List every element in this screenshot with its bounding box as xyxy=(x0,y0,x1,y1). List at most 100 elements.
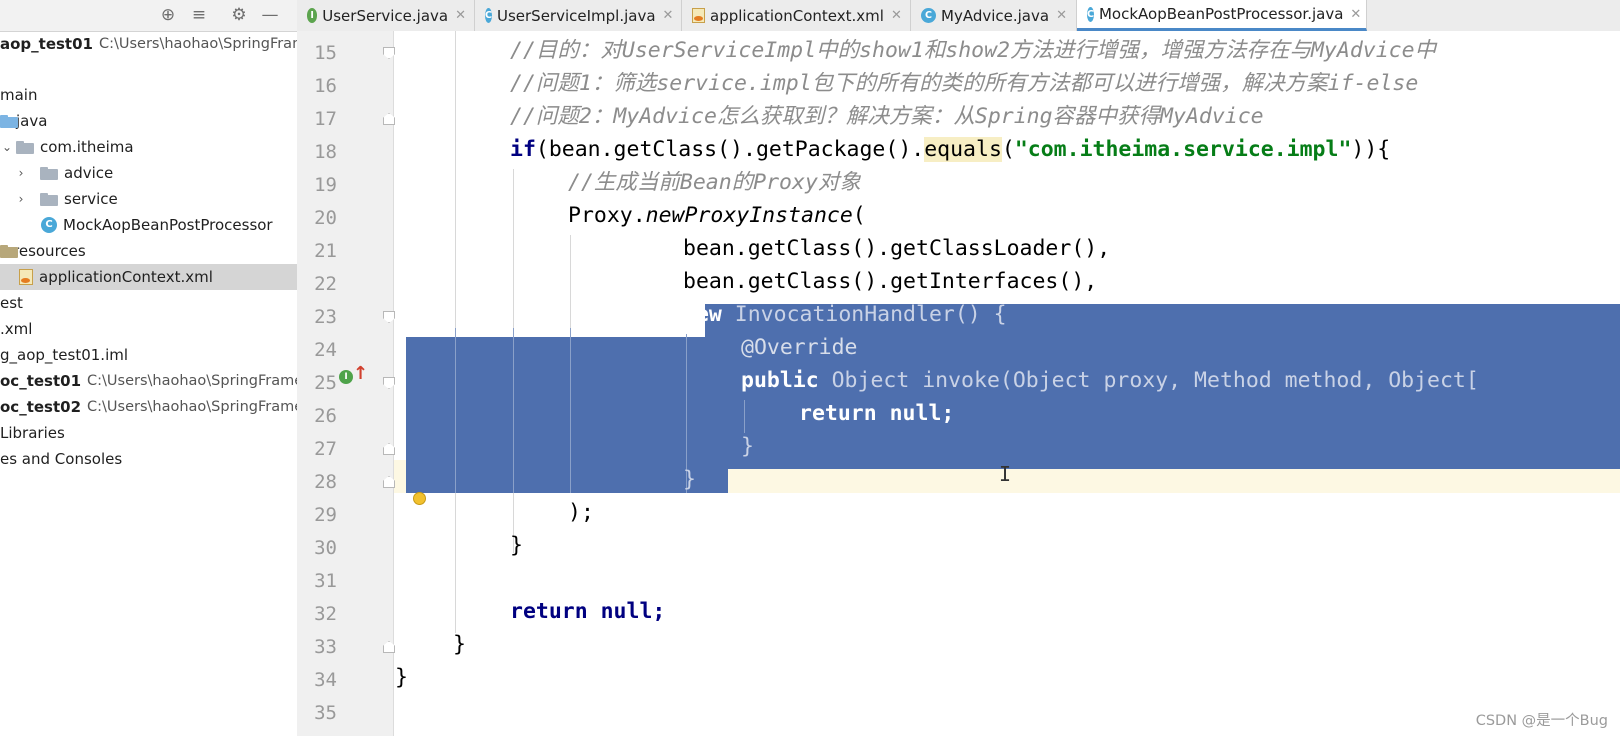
watermark: CSDN @是一个Bug xyxy=(1475,713,1608,729)
indent-guide xyxy=(513,169,514,328)
tree-item-label: oc_test01 xyxy=(0,372,82,390)
code-line-29: ); xyxy=(568,500,594,525)
project-toolbar: ⊕ ≡ ⚙ — xyxy=(0,0,297,32)
source-folder-icon xyxy=(0,114,18,128)
implements-method-icon[interactable]: I xyxy=(339,370,353,384)
tree-item-scratches-and-consoles[interactable]: es and Consoles xyxy=(0,446,297,472)
tab-applicationcontext-xml[interactable]: applicationContext.xml ✕ xyxy=(682,0,911,31)
code-token: if xyxy=(510,137,536,162)
line-number: 35 xyxy=(314,702,337,724)
tree-item-label: applicationContext.xml xyxy=(39,268,213,286)
tree-item-path: C:\Users\haohao\SpringFramew xyxy=(87,373,298,389)
project-panel: ⊕ ≡ ⚙ — aop_test01 C:\Users\haohao\Sprin… xyxy=(0,0,298,736)
code-line-21: bean.getClass().getClassLoader(), xyxy=(683,236,1111,261)
fold-marker[interactable] xyxy=(383,476,395,488)
code-token: InvocationHandler() { xyxy=(721,302,1007,327)
tree-item-applicationcontext-xml[interactable]: applicationContext.xml xyxy=(0,264,297,290)
code-line-34: } xyxy=(395,665,408,690)
tab-myadvice-java[interactable]: C MyAdvice.java ✕ xyxy=(911,0,1077,31)
tree-item-service[interactable]: › service xyxy=(0,186,297,212)
code-token: null; xyxy=(876,401,955,426)
tree-item-label: aop_test01 xyxy=(0,35,93,53)
interface-icon: I xyxy=(307,8,318,23)
indent-guide xyxy=(455,328,456,493)
tree-item-label: Libraries xyxy=(0,424,65,442)
tree-item-iml[interactable]: g_aop_test01.iml xyxy=(0,342,297,368)
indent-guide xyxy=(570,235,571,328)
code-editor[interactable]: 15 16 17 18 19 20 21 22 23 24 25 26 27 2… xyxy=(297,31,1620,736)
line-number: 15 xyxy=(314,42,337,64)
code-line-32: return null; xyxy=(510,595,665,628)
tree-item-mockaopbeanpostprocessor[interactable]: C MockAopBeanPostProcessor xyxy=(0,212,297,238)
tree-item-test[interactable]: est xyxy=(0,290,297,316)
tab-userservice-java[interactable]: I UserService.java ✕ xyxy=(297,0,475,31)
line-number: 33 xyxy=(314,636,337,658)
code-line-26: return null; xyxy=(799,397,954,430)
tree-item-label: oc_test02 xyxy=(0,398,82,416)
tree-item-module-ioc-test01[interactable]: oc_test01 C:\Users\haohao\SpringFramew xyxy=(0,368,297,394)
close-icon[interactable]: ✕ xyxy=(891,8,902,23)
code-line-27: } xyxy=(741,434,754,459)
gear-icon[interactable]: ⚙ xyxy=(228,4,250,26)
tab-userserviceimpl-java[interactable]: C UserServiceImpl.java ✕ xyxy=(475,0,682,31)
code-line-17: //问题2：MyAdvice怎么获取到？解决方案：从Spring容器中获得MyA… xyxy=(510,104,1264,129)
code-token: public xyxy=(741,368,819,393)
line-number: 32 xyxy=(314,603,337,625)
line-number: 24 xyxy=(314,339,337,361)
chevron-right-icon[interactable]: › xyxy=(14,166,28,180)
fold-marker[interactable] xyxy=(383,377,395,389)
code-line-18: if(bean.getClass().getPackage().equals("… xyxy=(510,133,1390,166)
tree-item-java[interactable]: java xyxy=(0,108,297,134)
xml-file-icon xyxy=(19,269,33,285)
tab-label: MockAopBeanPostProcessor.java xyxy=(1098,5,1344,23)
code-token: return xyxy=(799,401,877,426)
indent-guide xyxy=(744,400,745,433)
tree-item-module-aop-test01[interactable]: aop_test01 C:\Users\haohao\SpringFrame xyxy=(0,31,297,57)
arrow-up-icon[interactable]: ↑ xyxy=(353,363,368,384)
tree-item-module-ioc-test02[interactable]: oc_test02 C:\Users\haohao\SpringFramew xyxy=(0,394,297,420)
code-token: ( xyxy=(1001,137,1015,162)
tab-label: UserServiceImpl.java xyxy=(496,6,656,25)
tree-item-advice[interactable]: › advice xyxy=(0,160,297,186)
tree-item-resources[interactable]: resources xyxy=(0,238,297,264)
code-line-30: } xyxy=(510,533,523,558)
tree-item-label: est xyxy=(0,294,23,312)
line-number: 30 xyxy=(314,537,337,559)
tree-item-com-itheima[interactable]: ⌄ com.itheima xyxy=(0,134,297,160)
chevron-down-icon[interactable]: ⌄ xyxy=(0,140,14,154)
fold-marker[interactable] xyxy=(383,47,395,59)
tab-label: UserService.java xyxy=(322,6,449,25)
close-icon[interactable]: ✕ xyxy=(1056,8,1067,23)
line-number: 17 xyxy=(314,108,337,130)
fold-marker[interactable] xyxy=(383,113,395,125)
line-number: 27 xyxy=(314,438,337,460)
line-number: 26 xyxy=(314,405,337,427)
close-icon[interactable]: ✕ xyxy=(455,8,466,23)
line-number: 23 xyxy=(314,306,337,328)
indent-guide xyxy=(455,31,456,328)
fold-marker[interactable] xyxy=(383,443,395,455)
code-line-22: bean.getClass().getInterfaces(), xyxy=(683,269,1098,294)
code-token: (bean.getClass().getPackage(). xyxy=(535,137,925,162)
chevron-right-icon[interactable]: › xyxy=(14,192,28,206)
close-icon[interactable]: ✕ xyxy=(663,8,674,23)
tab-mockaopbeanpostprocessor-java[interactable]: C MockAopBeanPostProcessor.java ✕ xyxy=(1077,0,1367,31)
class-icon: C xyxy=(921,8,936,23)
crosshair-icon[interactable]: ⊕ xyxy=(157,4,179,26)
close-icon[interactable]: ✕ xyxy=(1350,7,1361,22)
tree-item-label: resources xyxy=(13,242,86,260)
code-token: new xyxy=(683,302,722,327)
tree-item-main[interactable]: main xyxy=(0,82,297,108)
fold-marker[interactable] xyxy=(383,311,395,323)
fold-marker[interactable] xyxy=(383,641,395,653)
indent-guide xyxy=(455,493,456,633)
code-line-15: //目的：对UserServiceImpl中的show1和show2方法进行增强… xyxy=(510,38,1437,63)
line-number: 28 xyxy=(314,471,337,493)
minimize-icon[interactable]: — xyxy=(259,4,281,26)
tree-item-external-libraries[interactable]: Libraries xyxy=(0,420,297,446)
collapse-icon[interactable]: ≡ xyxy=(188,4,210,26)
editor-gutter: 15 16 17 18 19 20 21 22 23 24 25 26 27 2… xyxy=(297,31,395,736)
tree-item-label: .xml xyxy=(0,320,33,338)
lightbulb-icon[interactable] xyxy=(413,492,426,505)
tree-item-pom-xml[interactable]: .xml xyxy=(0,316,297,342)
